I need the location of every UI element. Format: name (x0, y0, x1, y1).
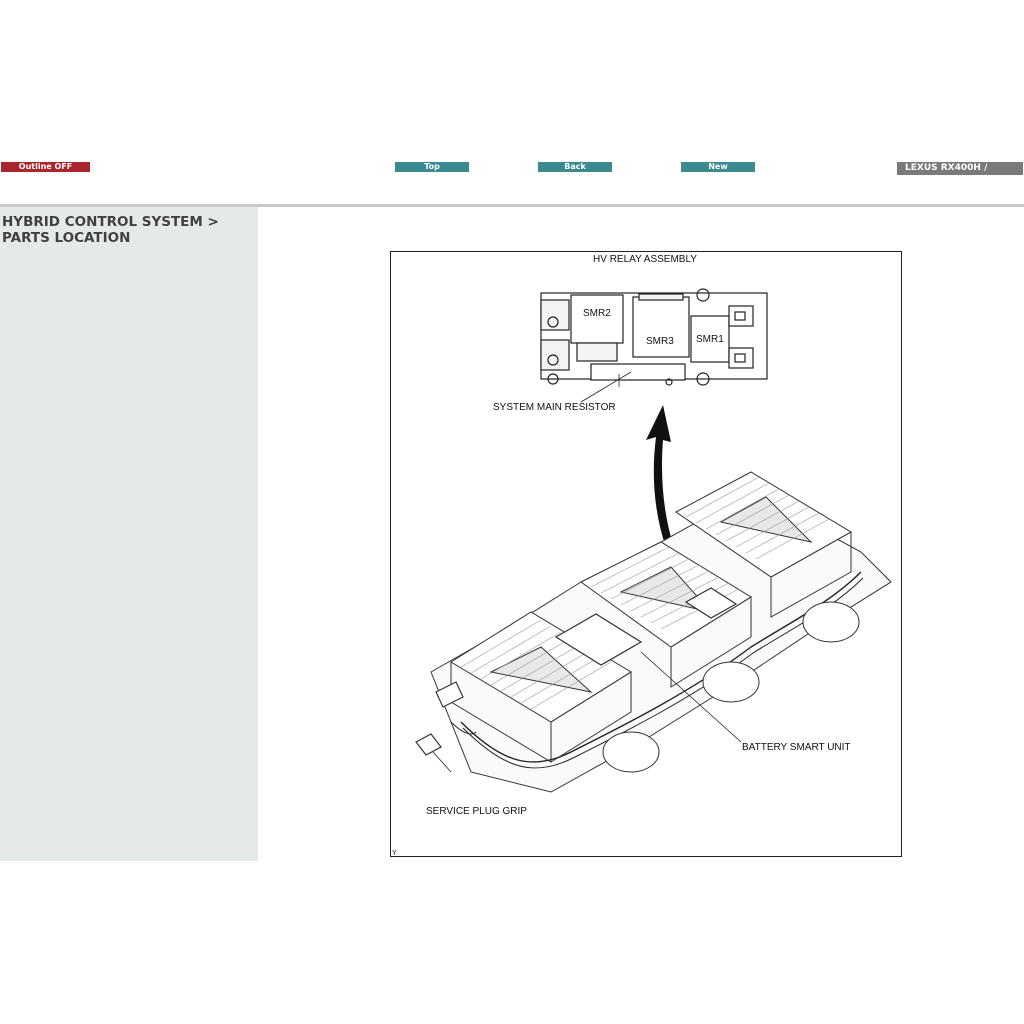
back-button[interactable]: Back (538, 162, 612, 172)
service-plug-leader-line (432, 751, 452, 773)
outline-toggle-button[interactable]: Outline OFF (1, 162, 90, 172)
figure-corner-mark: Y (392, 850, 397, 856)
breadcrumb: HYBRID CONTROL SYSTEM > PARTS LOCATION (2, 214, 252, 246)
figure-illustration: HV RELAY ASSEMBLY SMR2 SMR3 SMR1 SYSTEM … (392, 254, 892, 856)
breadcrumb-line-2: PARTS LOCATION (2, 230, 131, 246)
model-badge: LEXUS RX400H / (897, 162, 1023, 175)
smr1-label: SMR1 (696, 334, 724, 345)
breadcrumb-line-1: HYBRID CONTROL SYSTEM > (2, 214, 219, 230)
figure-title: HV RELAY ASSEMBLY (593, 254, 697, 265)
smr3-label: SMR3 (646, 336, 674, 347)
top-button[interactable]: Top (395, 162, 469, 172)
parts-location-figure: HV RELAY ASSEMBLY SMR2 SMR3 SMR1 SYSTEM … (390, 251, 902, 857)
smr2-label: SMR2 (583, 308, 611, 319)
new-button[interactable]: New (681, 162, 755, 172)
system-main-resistor-label: SYSTEM MAIN RESISTOR (493, 402, 616, 413)
sidebar (0, 207, 258, 861)
battery-smart-unit-label: BATTERY SMART UNIT (742, 742, 851, 753)
service-plug-grip-label: SERVICE PLUG GRIP (426, 806, 527, 817)
